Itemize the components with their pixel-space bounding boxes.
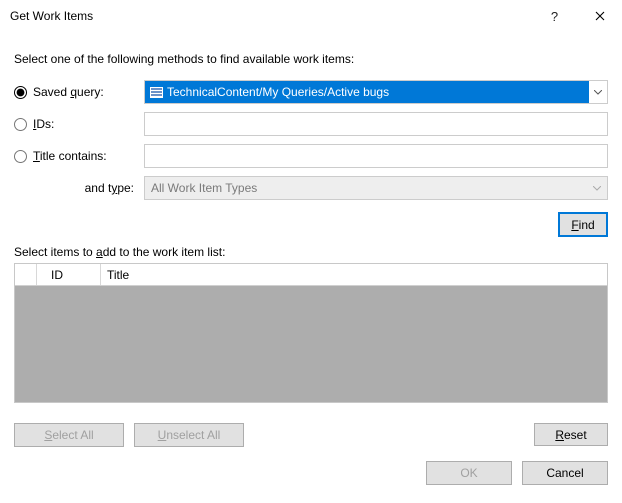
saved-query-text: TechnicalContent/My Queries/Active bugs: [167, 85, 389, 99]
row-ids: IDs:: [14, 112, 608, 136]
chevron-down-icon: [593, 183, 601, 194]
row-title-contains: Title contains:: [14, 144, 608, 168]
row-saved-query: Saved query: TechnicalContent/My Queries…: [14, 80, 608, 104]
grid-header: ID Title: [15, 264, 607, 286]
title-bar: Get Work Items ?: [0, 0, 622, 32]
radio-saved-query[interactable]: [14, 86, 27, 99]
help-button[interactable]: ?: [532, 0, 577, 32]
title-contains-input[interactable]: [144, 144, 608, 168]
label-type: and type:: [85, 181, 134, 195]
row-type: and type: All Work Item Types: [14, 176, 608, 200]
radio-ids[interactable]: [14, 118, 27, 131]
type-combo: All Work Item Types: [144, 176, 608, 200]
find-button[interactable]: Find: [558, 212, 608, 237]
ok-button: OK: [426, 461, 512, 485]
column-header-title[interactable]: Title: [101, 264, 607, 285]
reset-button[interactable]: Reset: [534, 423, 608, 446]
window-title: Get Work Items: [10, 9, 93, 23]
label-title-contains: Title contains:: [33, 149, 107, 163]
type-combo-text: All Work Item Types: [151, 181, 257, 195]
label-ids: IDs:: [33, 117, 54, 131]
column-header-selector[interactable]: [15, 264, 37, 285]
grid-body: [15, 286, 607, 402]
cancel-button[interactable]: Cancel: [522, 461, 608, 485]
results-grid[interactable]: ID Title: [14, 263, 608, 403]
column-header-id[interactable]: ID: [37, 264, 101, 285]
saved-query-selected: TechnicalContent/My Queries/Active bugs: [145, 81, 589, 103]
radio-title-contains[interactable]: [14, 150, 27, 163]
label-saved-query: Saved query:: [33, 85, 104, 99]
unselect-all-button: Unselect All: [134, 423, 244, 447]
select-all-button: Select All: [14, 423, 124, 447]
list-label: Select items to add to the work item lis…: [14, 245, 608, 259]
close-button[interactable]: [577, 0, 622, 32]
close-icon: [595, 11, 605, 21]
ids-input[interactable]: [144, 112, 608, 136]
instruction-text: Select one of the following methods to f…: [14, 52, 608, 66]
query-list-icon: [149, 85, 163, 99]
saved-query-combo[interactable]: TechnicalContent/My Queries/Active bugs: [144, 80, 608, 104]
chevron-down-icon: [589, 81, 607, 103]
